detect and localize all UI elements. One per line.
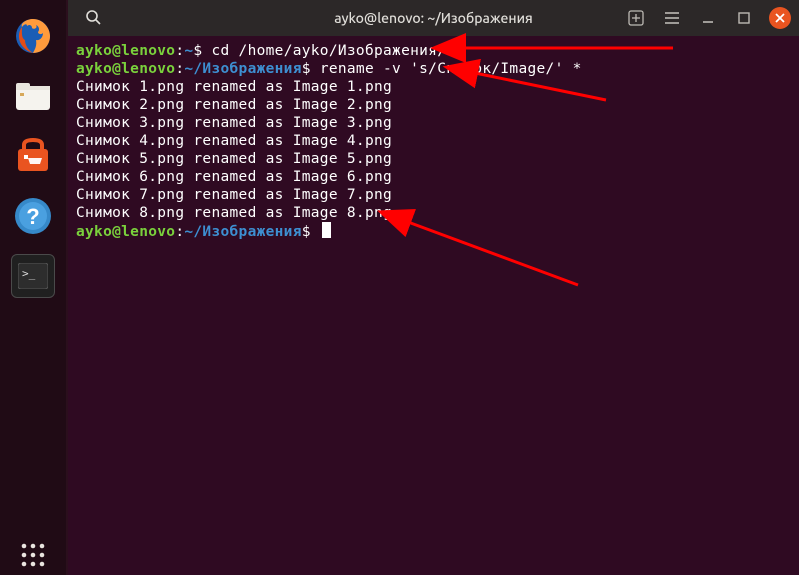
firefox-icon — [13, 16, 53, 56]
show-applications-button[interactable] — [19, 541, 47, 569]
prompt-user: ayko@lenovo — [76, 224, 175, 240]
software-store-icon — [12, 135, 54, 177]
terminal-output-line: Снимок 5.png renamed as Image 5.png — [76, 150, 793, 168]
window-maximize-button[interactable] — [733, 7, 755, 29]
terminal-output-line: Снимок 1.png renamed as Image 1.png — [76, 78, 793, 96]
terminal-prompt-line: ayko@lenovo:~/Изображения$ rename -v 's/… — [76, 60, 793, 78]
window-titlebar[interactable]: ayko@lenovo: ~/Изображения — [68, 0, 799, 36]
terminal-output-line: Снимок 2.png renamed as Image 2.png — [76, 96, 793, 114]
maximize-icon — [737, 11, 751, 25]
terminal-output-line: Снимок 7.png renamed as Image 7.png — [76, 186, 793, 204]
apps-grid-icon — [19, 541, 47, 569]
folder-icon — [12, 75, 54, 117]
terminal-prompt-line: ayko@lenovo:~/Изображения$ — [76, 222, 793, 241]
prompt-path: ~/Изображения — [184, 224, 301, 240]
terminal-window: ayko@lenovo: ~/Изображения — [68, 0, 799, 575]
svg-text:>_: >_ — [22, 267, 36, 280]
hamburger-menu-button[interactable] — [661, 7, 683, 29]
minimize-icon — [701, 11, 715, 25]
launcher-dock: ? >_ — [0, 0, 66, 575]
prompt-user: ayko@lenovo — [76, 61, 175, 77]
window-close-button[interactable] — [769, 7, 791, 29]
terminal-output-line: Снимок 6.png renamed as Image 6.png — [76, 168, 793, 186]
dock-item-help[interactable]: ? — [11, 194, 55, 238]
titlebar-search-button[interactable] — [84, 8, 104, 28]
svg-text:?: ? — [26, 204, 39, 229]
dock-item-software[interactable] — [11, 134, 55, 178]
terminal-prompt-line: ayko@lenovo:~$ cd /home/ayko/Изображения… — [76, 42, 793, 60]
hamburger-icon — [664, 11, 680, 25]
dock-item-firefox[interactable] — [11, 14, 55, 58]
dock-item-terminal[interactable]: >_ — [11, 254, 55, 298]
window-title: ayko@lenovo: ~/Изображения — [334, 10, 533, 26]
search-icon — [84, 8, 102, 26]
terminal-output-line: Снимок 4.png renamed as Image 4.png — [76, 132, 793, 150]
window-minimize-button[interactable] — [697, 7, 719, 29]
dock-item-files[interactable] — [11, 74, 55, 118]
terminal-icon: >_ — [18, 263, 48, 289]
prompt-user: ayko@lenovo — [76, 43, 175, 59]
terminal-output-line: Снимок 8.png renamed as Image 8.png — [76, 204, 793, 222]
prompt-path: ~/Изображения — [184, 61, 301, 77]
window-controls — [625, 7, 791, 29]
terminal-cursor — [322, 222, 331, 238]
terminal-output-line: Снимок 3.png renamed as Image 3.png — [76, 114, 793, 132]
titlebar-new-tab-button[interactable] — [625, 7, 647, 29]
command-text: cd /home/ayko/Изображения/ — [211, 43, 446, 59]
tab-plus-icon — [628, 10, 644, 26]
close-icon — [774, 12, 786, 24]
command-text: rename -v 's/Снимок/Image/' * — [320, 61, 582, 77]
terminal-content[interactable]: ayko@lenovo:~$ cd /home/ayko/Изображения… — [68, 36, 799, 575]
help-icon: ? — [13, 196, 53, 236]
